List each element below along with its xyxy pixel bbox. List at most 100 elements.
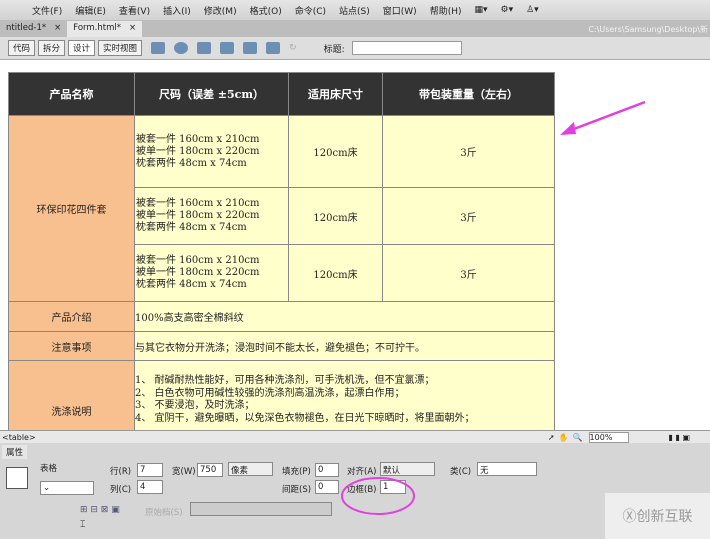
file-path: C:\Users\Samsung\Desktop\新 [588,25,708,34]
annotation-circle [341,477,415,515]
tag-selector[interactable]: <table> [2,433,36,442]
annotation-arrow [560,100,646,135]
header-cell: 带包装重量（左右） [382,72,555,116]
debug-icon[interactable] [220,42,235,54]
size-cell[interactable]: 被套一件 160cm x 210cm 被单一件 180cm x 220cm 枕套两件… [134,115,289,188]
title-input[interactable] [351,41,462,55]
menu-view[interactable]: 查看(V) [119,4,150,17]
padding-input[interactable]: 0 [315,463,339,477]
spacing-input[interactable]: 0 [315,480,339,494]
zoom-tool-icon[interactable]: 🔍 [573,433,583,442]
size-line: 被套一件 160cm x 210cm [136,255,260,266]
menu-file[interactable]: 文件(F) [32,4,62,17]
size-cell[interactable]: 被套一件 160cm x 210cm 被单一件 180cm x 220cm 枕套两件… [134,187,289,245]
hand-tool-icon[interactable]: ✋ [559,433,569,442]
zoom-select[interactable]: 100% [588,431,629,443]
tab-label: Form.html* [73,23,121,33]
visual-aids-icon[interactable] [243,42,258,54]
rows-label: 行(R) [110,467,132,477]
document-tabs: ntitled-1* × Form.html* × C:\Users\Samsung… [0,20,710,37]
size-line: 枕套两件 48cm x 74cm [136,222,247,233]
menu-help[interactable]: 帮助(H) [430,4,462,17]
tab-form[interactable]: Form.html* × [67,21,143,37]
width-input[interactable]: 750 [197,463,223,477]
multiscreen-icon[interactable] [151,42,166,54]
header-cell: 产品名称 [8,72,135,116]
unit-select[interactable]: 像素 [228,462,273,476]
notes-cell[interactable]: 与其它衣物分开洗涤；浸泡时间不能太长，避免褪色；不可拧干。 [134,331,555,361]
menu-edit[interactable]: 编辑(E) [75,4,106,17]
table-id-select[interactable]: ⌄ [40,481,94,495]
rows-input[interactable]: 7 [137,463,163,477]
gear-icon[interactable]: ⚙▾ [501,5,514,15]
source-input[interactable] [190,502,332,516]
menu-modify[interactable]: 修改(M) [204,4,237,17]
close-icon[interactable]: × [54,23,61,35]
design-view[interactable]: 产品名称 尺码（误差 ±5cm） 适用床尺寸 带包装重量（左右） 环保印花四件套… [0,60,710,430]
wash-line: 1、 耐碱耐热性能好，可用各种洗涤剂，可手洗机洗，但不宜氯漂； [135,375,435,386]
intro-label-cell[interactable]: 产品介绍 [8,301,135,332]
pointer-tool-icon[interactable]: ➚ [548,433,555,442]
weight-cell[interactable]: 3斤 [382,244,555,302]
table-tool-icons[interactable]: ⊞ ⊟ ⊠ ▣ [80,505,120,515]
tab-untitled[interactable]: ntitled-1* × [0,21,67,37]
design-view-button[interactable]: 设计 [68,40,96,56]
refresh-icon[interactable]: ↻ [289,43,297,53]
notes-label-cell[interactable]: 注意事项 [8,331,135,361]
wash-label-cell[interactable]: 洗涤说明 [8,360,135,430]
size-line: 被单一件 180cm x 220cm [136,267,260,278]
menu-insert[interactable]: 插入(I) [163,4,191,17]
title-label: 标题: [323,44,345,55]
properties-panel: 属性 表格 ⌄ 行(R) 7 列(C) 4 宽(W) 750 像素 填充(P) … [0,443,710,539]
width-label: 宽(W) [172,467,196,477]
size-line: 被单一件 180cm x 220cm [136,210,260,221]
document-toolbar: 代码 拆分 设计 实时视图 ↻ 标题: [0,37,710,60]
menu-commands[interactable]: 命令(C) [295,4,326,17]
product-name-cell[interactable]: 环保印花四件套 [8,115,135,302]
wash-line: 2、 白色衣物可用碱性较强的洗涤剂高温洗涤，起漂白作用； [135,387,405,399]
spacing-label: 间距(S) [282,485,312,495]
file-management-icon[interactable] [197,42,212,54]
tab-label: ntitled-1* [6,23,47,33]
product-table: 产品名称 尺码（误差 ±5cm） 适用床尺寸 带包装重量（左右） 环保印花四件套… [8,72,555,430]
bed-cell[interactable]: 120cm床 [288,244,383,302]
menu-window[interactable]: 窗口(W) [383,4,417,17]
layout-icon[interactable]: ▦▾ [474,5,487,15]
watermark-logo: Ⓧ 创新互联 [605,493,710,539]
clear-width-icon[interactable]: ⌶ [80,520,85,530]
properties-tab[interactable]: 属性 [2,445,28,459]
close-icon[interactable]: × [129,23,136,35]
wash-line: 3、 不要浸泡，及时洗涤； [135,400,255,411]
menu-site[interactable]: 站点(S) [339,4,370,17]
bed-cell[interactable]: 120cm床 [288,187,383,245]
code-view-button[interactable]: 代码 [8,40,36,56]
live-view-button[interactable]: 实时视图 [98,40,143,56]
cols-input[interactable]: 4 [137,480,163,494]
table-row: 洗涤说明 1、 耐碱耐热性能好，可用各种洗涤剂，可手洗机洗，但不宜氯漂； 2、 … [8,360,555,430]
weight-cell[interactable]: 3斤 [382,187,555,245]
weight-cell[interactable]: 3斤 [382,115,555,188]
size-cell[interactable]: 被套一件 160cm x 210cm 被单一件 180cm x 220cm 枕套两件… [134,244,289,302]
site-icon[interactable]: ♙▾ [526,5,539,15]
source-label: 原始档(S) [145,508,183,518]
split-view-button[interactable]: 拆分 [38,40,66,56]
bed-cell[interactable]: 120cm床 [288,115,383,188]
size-line: 枕套两件 48cm x 74cm [136,157,247,169]
intro-cell[interactable]: 100%高支高密全棉斜纹 [134,301,555,332]
table-row: 注意事项 与其它衣物分开洗涤；浸泡时间不能太长，避免褪色；不可拧干。 [8,331,555,361]
wash-line: 4、 宜阴干，避免曝晒，以免深色衣物褪色，在日光下晾晒时，将里面朝外； [135,412,475,424]
table-row: 产品介绍 100%高支高密全棉斜纹 [8,301,555,332]
cols-label: 列(C) [110,485,132,495]
class-select[interactable]: 无 [477,462,537,476]
menu-format[interactable]: 格式(O) [250,4,282,17]
type-label: 表格 [40,464,58,474]
status-bar: <table> ➚ ✋ 🔍 100% ▮ ▮ ▣ [0,430,710,443]
table-icon [6,467,28,489]
wash-cell[interactable]: 1、 耐碱耐热性能好，可用各种洗涤剂，可手洗机洗，但不宜氯漂； 2、 白色衣物可… [134,360,555,430]
padding-label: 填充(P) [282,467,311,477]
browser-preview-icon[interactable] [174,42,189,54]
table-row: 环保印花四件套 被套一件 160cm x 210cm 被单一件 180cm x 2… [8,115,555,302]
window-size-icon[interactable]: ▮ ▮ ▣ [669,433,690,442]
size-line: 枕套两件 48cm x 74cm [136,279,247,290]
validate-icon[interactable] [266,42,281,54]
